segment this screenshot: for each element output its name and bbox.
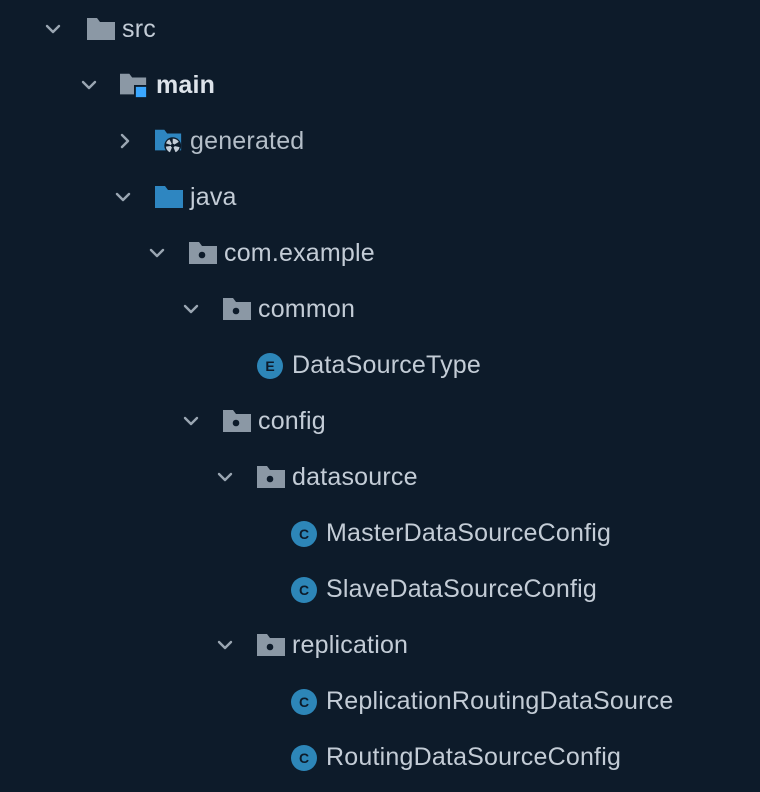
class-icon: C <box>291 577 317 603</box>
tree-label-generated: generated <box>190 127 305 155</box>
tree-label-com-example: com.example <box>224 239 375 267</box>
source-root-folder-icon <box>155 186 183 208</box>
tree-row-java[interactable]: java <box>0 169 760 225</box>
tree-label-src: src <box>122 15 156 43</box>
package-icon <box>257 634 285 656</box>
tree-row-config[interactable]: config <box>0 393 760 449</box>
tree-label-replicationroutingdatasource: ReplicationRoutingDataSource <box>326 687 674 715</box>
chevron-down-icon[interactable] <box>145 241 169 265</box>
package-icon <box>257 466 285 488</box>
tree-row-src[interactable]: src <box>0 1 760 57</box>
chevron-down-icon[interactable] <box>41 17 65 41</box>
tree-label-datasource: datasource <box>292 463 418 491</box>
tree-row-main[interactable]: main <box>0 57 760 113</box>
package-icon <box>223 298 251 320</box>
chevron-down-icon[interactable] <box>179 409 203 433</box>
tree-label-datasourcetype: DataSourceType <box>292 351 482 379</box>
class-icon: C <box>291 689 317 715</box>
enum-icon: E <box>257 353 283 379</box>
tree-row-replication[interactable]: replication <box>0 617 760 673</box>
tree-label-common: common <box>258 295 356 323</box>
tree-label-java: java <box>190 183 237 211</box>
folder-icon <box>87 18 115 40</box>
chevron-down-icon[interactable] <box>213 633 237 657</box>
tree-row-datasourcetype[interactable]: E DataSourceType <box>0 337 760 393</box>
tree-label-config: config <box>258 407 326 435</box>
tree-label-slavedatasourceconfig: SlaveDataSourceConfig <box>326 575 598 603</box>
tree-row-routingdatasourceconfig[interactable]: C RoutingDataSourceConfig <box>0 729 760 785</box>
class-badge-letter: C <box>299 526 309 542</box>
tree-label-main: main <box>156 71 216 99</box>
chevron-down-icon[interactable] <box>111 185 135 209</box>
class-badge-letter: C <box>299 582 309 598</box>
tree-row-datasource[interactable]: datasource <box>0 449 760 505</box>
class-icon: C <box>291 521 317 547</box>
tree-row-common[interactable]: common <box>0 281 760 337</box>
generated-folder-icon <box>155 129 182 155</box>
tree-row-com-example[interactable]: com.example <box>0 225 760 281</box>
tree-label-replication: replication <box>292 631 409 659</box>
enum-badge-letter: E <box>265 358 274 374</box>
project-tree: src main generated java com.example comm… <box>0 0 760 792</box>
class-badge-letter: C <box>299 694 309 710</box>
chevron-down-icon[interactable] <box>77 73 101 97</box>
package-icon <box>223 410 251 432</box>
tree-label-masterdatasourceconfig: MasterDataSourceConfig <box>326 519 612 547</box>
class-badge-letter: C <box>299 750 309 766</box>
tree-row-replicationroutingdatasource[interactable]: C ReplicationRoutingDataSource <box>0 673 760 729</box>
tree-row-slavedatasourceconfig[interactable]: C SlaveDataSourceConfig <box>0 561 760 617</box>
class-icon: C <box>291 745 317 771</box>
tree-label-routingdatasourceconfig: RoutingDataSourceConfig <box>326 743 622 771</box>
tree-row-generated[interactable]: generated <box>0 113 760 169</box>
package-icon <box>189 242 217 264</box>
module-folder-icon <box>120 73 148 99</box>
chevron-right-icon[interactable] <box>113 129 137 153</box>
chevron-down-icon[interactable] <box>213 465 237 489</box>
chevron-down-icon[interactable] <box>179 297 203 321</box>
tree-row-masterdatasourceconfig[interactable]: C MasterDataSourceConfig <box>0 505 760 561</box>
